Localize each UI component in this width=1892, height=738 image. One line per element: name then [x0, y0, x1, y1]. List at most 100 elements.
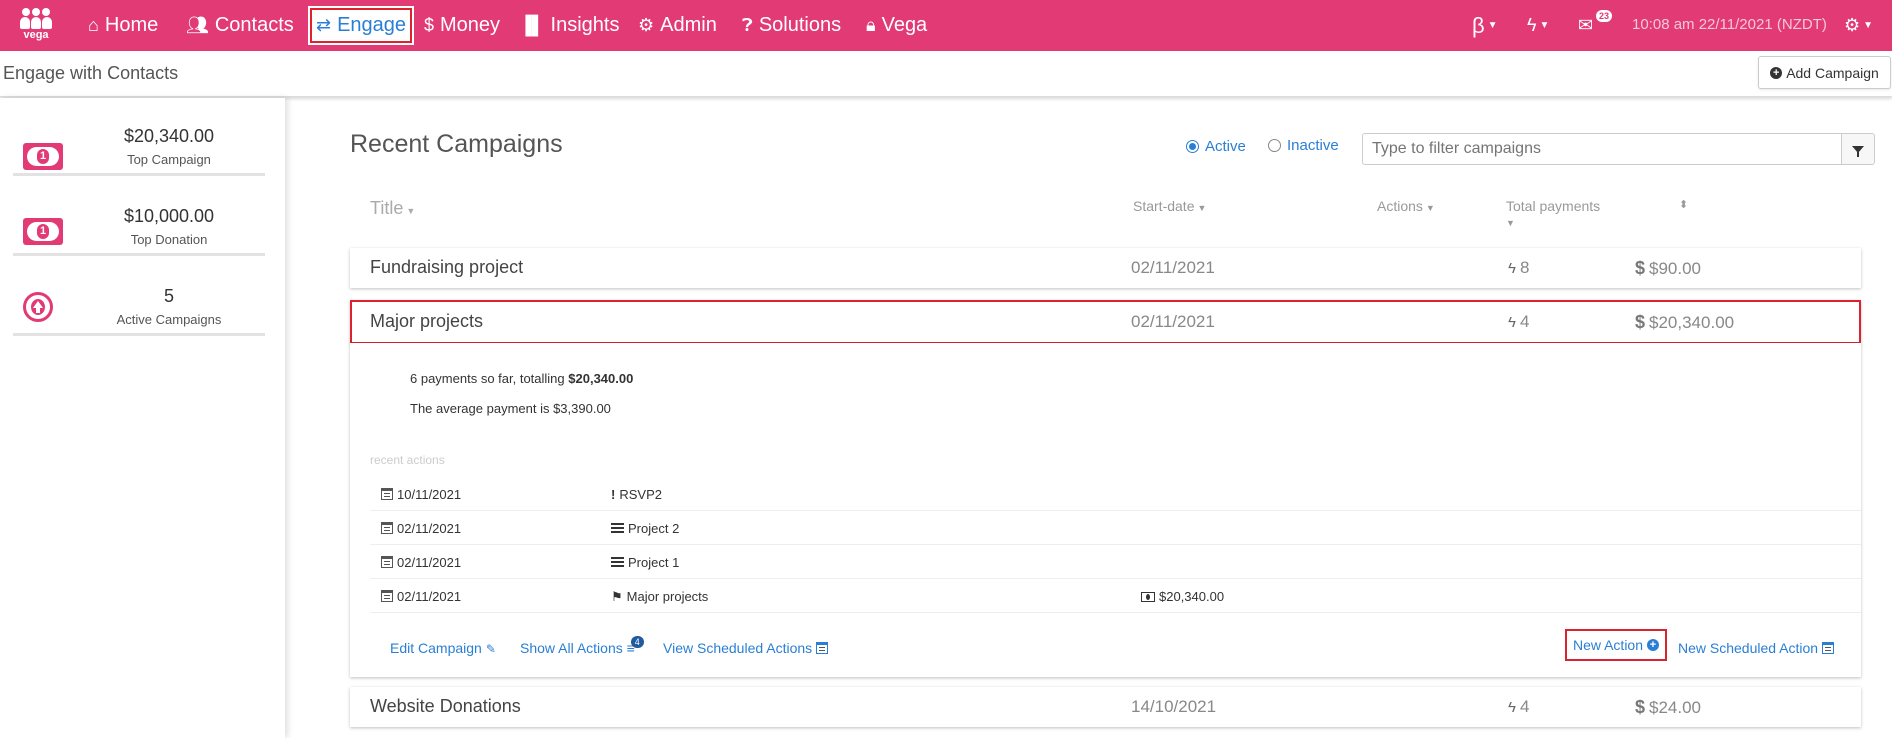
list-icon: [611, 523, 624, 533]
dollar-icon: $: [1635, 258, 1646, 278]
col-actions[interactable]: Actions ▼: [1377, 198, 1435, 214]
mail-count-badge: 23: [1596, 10, 1613, 22]
caret-down-icon: ▼: [1539, 20, 1550, 31]
vega-logo[interactable]: vega: [18, 8, 54, 46]
add-campaign-button[interactable]: + Add Campaign: [1758, 56, 1891, 89]
caret-down-icon: ▼: [406, 206, 416, 216]
campaign-actions-count: ϟ4: [1508, 697, 1530, 716]
action-row[interactable]: 02/11/2021 Project 1: [370, 545, 1861, 579]
campaign-actions-count: ϟ8: [1508, 258, 1530, 277]
caret-down-icon: ▼: [1863, 20, 1874, 31]
calendar-icon: [381, 522, 393, 534]
nav-contacts[interactable]: 👥︎ Contacts: [186, 0, 294, 51]
filter-inactive-radio[interactable]: Inactive: [1268, 137, 1339, 154]
filter-active-radio[interactable]: Active: [1186, 138, 1246, 155]
caret-down-icon: ▼: [1197, 203, 1207, 213]
plus-circle-icon: +: [1770, 66, 1783, 79]
recent-campaigns-title: Recent Campaigns: [350, 130, 563, 158]
col-start-date[interactable]: Start-date ▼: [1133, 198, 1206, 214]
action-name: ⚑ Major projects: [611, 589, 709, 604]
nav-money[interactable]: $ Money: [424, 0, 500, 51]
nav-home[interactable]: ⌂ Home: [88, 0, 158, 51]
action-date: 02/11/2021: [381, 555, 461, 570]
logo-text: vega: [23, 29, 49, 41]
stat-amount: $20,340.00: [123, 126, 215, 146]
dollar-icon: $: [1635, 312, 1646, 332]
money-icon: [1141, 592, 1155, 602]
stat-active-campaigns: 5 Active Campaigns: [13, 258, 265, 336]
stat-label: Top Donation: [130, 232, 208, 247]
arrow-up-circle-icon: [23, 292, 53, 322]
bolt-icon: ϟ: [1508, 314, 1516, 331]
campaign-total: $ $20,340.00: [1635, 312, 1735, 332]
campaign-total: $ $24.00: [1635, 697, 1702, 717]
bolt-icon: ϟ: [1508, 260, 1516, 277]
action-row[interactable]: 10/11/2021 ! RSVP2: [370, 477, 1861, 511]
action-date: 02/11/2021: [381, 589, 461, 604]
cogs-icon: ⚙: [1844, 15, 1861, 35]
beta-menu[interactable]: β ▼: [1472, 0, 1498, 51]
stat-top-donation: 1 $10,000.00 Top Donation: [13, 178, 265, 256]
flag-icon: ⚑: [611, 589, 623, 604]
dollar-icon: $: [1635, 697, 1646, 717]
settings-menu[interactable]: ⚙ ▼: [1844, 0, 1873, 51]
cogs-icon: ⚙: [638, 15, 655, 35]
new-action-button[interactable]: New Action +: [1565, 629, 1667, 661]
action-date: 10/11/2021: [381, 487, 461, 502]
bolt-icon: ϟ: [1527, 15, 1537, 35]
question-icon: ❓︎: [742, 15, 753, 35]
campaign-filter-input[interactable]: [1362, 133, 1842, 165]
subheader: Engage with Contacts + Add Campaign: [0, 51, 1892, 97]
campaign-total: $ $90.00: [1635, 258, 1702, 278]
nav-vega[interactable]: 🔒︎ Vega: [866, 0, 927, 51]
stat-label: Active Campaigns: [116, 312, 222, 327]
nav-admin[interactable]: ⚙ Admin: [638, 0, 717, 51]
campaign-actions-count: ϟ4: [1508, 312, 1530, 331]
col-total-payments[interactable]: Total payments: [1506, 198, 1600, 214]
calendar-icon: [381, 488, 393, 500]
show-all-actions-link[interactable]: Show All Actions ≡4: [520, 636, 648, 656]
caret-down-icon: ▼: [1506, 218, 1515, 228]
campaign-detail-panel: 6 payments so far, totalling $20,340.00 …: [350, 343, 1861, 677]
campaign-row-selected[interactable]: Major projects 02/11/2021 ϟ4 $ $20,340.00: [350, 300, 1861, 344]
col-title[interactable]: Title ▼: [370, 198, 415, 219]
envelope-icon: ✉: [1578, 15, 1594, 35]
view-scheduled-actions-link[interactable]: View Scheduled Actions: [663, 640, 832, 656]
stat-label: Top Campaign: [127, 152, 211, 167]
campaign-title: Major projects: [370, 311, 484, 331]
nav-engage[interactable]: ⇄ Engage: [308, 6, 415, 45]
mail-menu[interactable]: ✉ 23: [1578, 0, 1614, 51]
payments-summary: 6 payments so far, totalling $20,340.00: [410, 371, 634, 386]
sort-icon[interactable]: ⬍: [1679, 198, 1688, 211]
action-row[interactable]: 02/11/2021 ⚑ Major projects $20,340.00: [370, 579, 1861, 613]
filter-icon: [1852, 145, 1864, 157]
edit-campaign-link[interactable]: Edit Campaign ✎: [390, 640, 496, 656]
money-icon: 1: [23, 143, 63, 170]
action-name: Project 1: [611, 555, 679, 570]
action-name: Project 2: [611, 521, 679, 536]
dollar-icon: $: [424, 15, 435, 35]
campaign-row[interactable]: Fundraising project 02/11/2021 ϟ8 $ $90.0…: [350, 248, 1861, 288]
stat-top-campaign: 1 $20,340.00 Top Campaign: [13, 98, 265, 176]
money-icon: 1: [23, 218, 63, 245]
plus-circle-icon: +: [1647, 639, 1660, 651]
exchange-icon: ⇄: [316, 15, 332, 35]
nav-solutions[interactable]: ❓︎ Solutions: [742, 0, 841, 51]
new-scheduled-action-link[interactable]: New Scheduled Action: [1678, 640, 1838, 656]
bolt-menu[interactable]: ϟ ▼: [1527, 0, 1549, 51]
actions-count-badge: 4: [630, 636, 644, 648]
radio-unselected: [1268, 139, 1281, 152]
action-date: 02/11/2021: [381, 521, 461, 536]
datetime-display: 10:08 am 22/11/2021 (NZDT): [1632, 16, 1827, 33]
nav-insights[interactable]: ▐▌ Insights: [519, 0, 619, 51]
campaign-title: Website Donations: [370, 696, 521, 716]
exclamation-icon: !: [611, 487, 616, 502]
action-row[interactable]: 02/11/2021 Project 2: [370, 511, 1861, 545]
action-name: ! RSVP2: [611, 487, 662, 502]
campaign-row[interactable]: Website Donations 14/10/2021 ϟ4 $ $24.00: [350, 687, 1861, 727]
bolt-icon: ϟ: [1508, 699, 1516, 716]
radio-selected: [1186, 140, 1199, 153]
lock-icon: 🔒︎: [866, 15, 876, 35]
filter-button[interactable]: [1841, 133, 1875, 165]
home-icon: ⌂: [88, 15, 99, 35]
